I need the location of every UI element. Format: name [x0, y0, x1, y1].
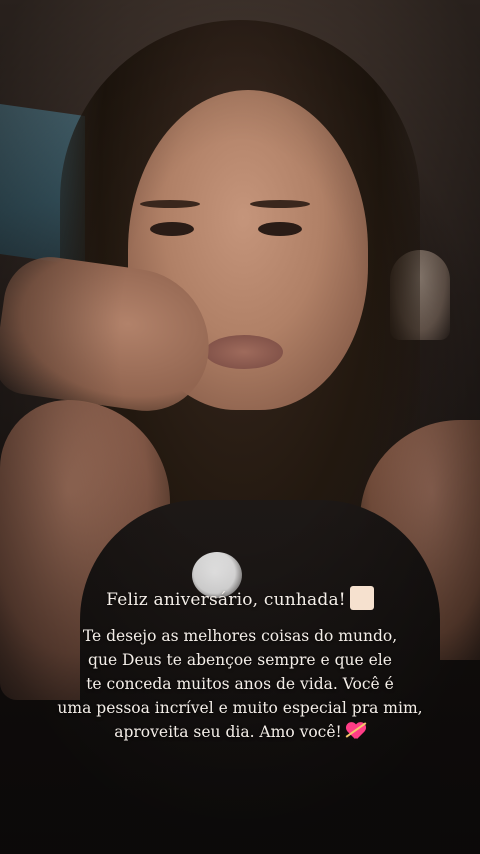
story-message: Te desejo as melhores coisas do mundo, q…: [0, 624, 480, 744]
skin-tone-emoji-icon: [349, 586, 374, 610]
message-line: te conceda muitos anos de vida. Você é: [86, 675, 394, 693]
story-photo: Feliz aniversário, cunhada! Te desejo as…: [0, 0, 480, 854]
message-line: uma pessoa incrível e muito especial pra…: [57, 699, 423, 717]
message-line: Te desejo as melhores coisas do mundo,: [82, 627, 398, 645]
message-line-last: aproveita seu dia. Amo você!: [0, 720, 480, 744]
message-line-text: aproveita seu dia. Amo você!: [114, 723, 342, 741]
heart-with-arrow-icon: [345, 721, 367, 741]
story-title-text: Feliz aniversário, cunhada!: [106, 590, 346, 610]
message-line: que Deus te abençoe sempre e que ele: [88, 651, 392, 669]
story-title: Feliz aniversário, cunhada!: [0, 586, 480, 610]
